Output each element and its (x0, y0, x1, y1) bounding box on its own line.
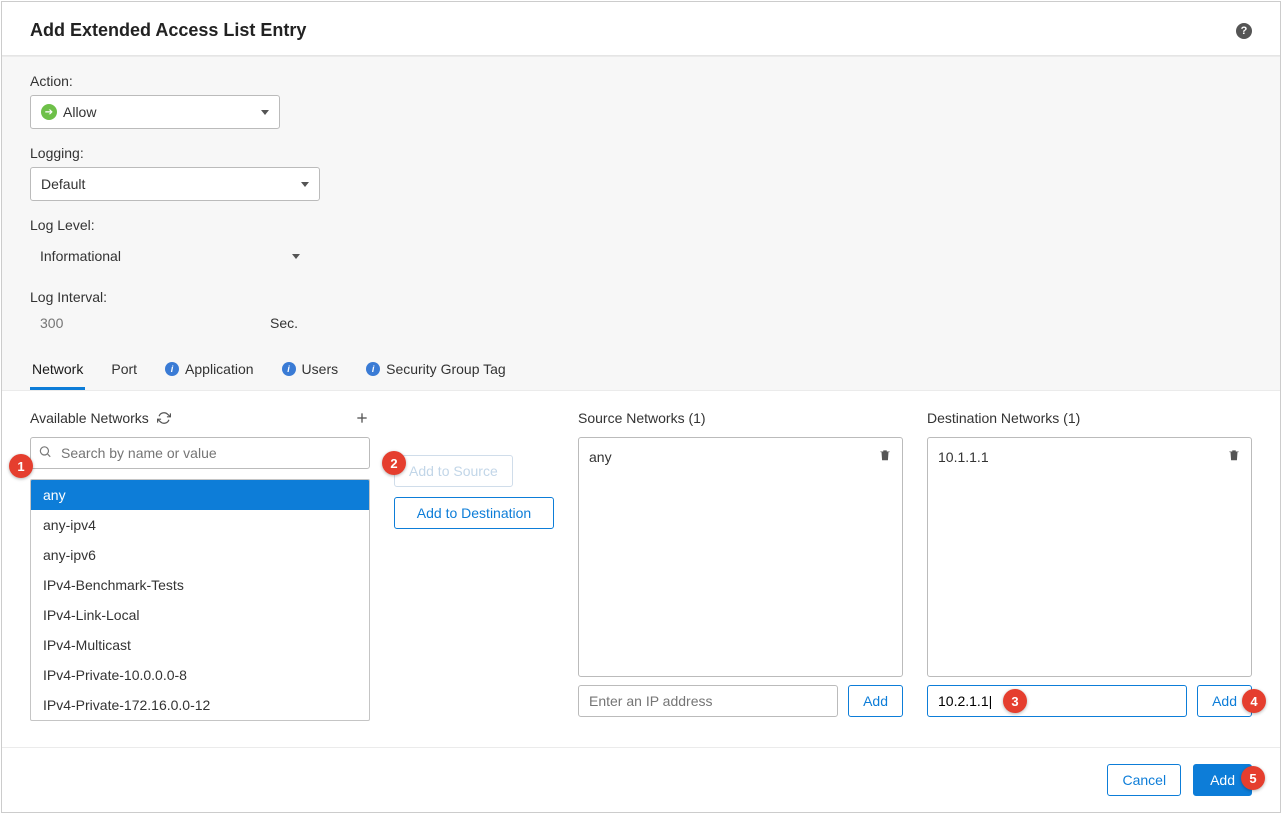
allow-icon: ➔ (41, 104, 57, 120)
list-item[interactable]: IPv4-Multicast (31, 630, 369, 660)
logging-select[interactable]: Default (30, 167, 320, 201)
log-interval-unit: Sec. (270, 315, 298, 331)
delete-icon[interactable] (878, 448, 892, 465)
chevron-down-icon (301, 182, 309, 187)
chevron-down-icon (261, 110, 269, 115)
list-item[interactable]: any (31, 480, 369, 510)
destination-networks-box: 10.1.1.1 (927, 437, 1252, 677)
logging-label: Logging: (30, 145, 1252, 161)
form-section: Action: ➔ Allow Logging: Default Log Lev… (2, 56, 1280, 391)
delete-icon[interactable] (1227, 448, 1241, 465)
net-item: any (589, 446, 892, 467)
available-networks-title: Available Networks (30, 410, 149, 426)
annotation-badge-1: 1 (9, 454, 33, 478)
log-level-select[interactable]: Informational (30, 239, 310, 273)
net-item: 10.1.1.1 (938, 446, 1241, 467)
refresh-icon[interactable] (157, 411, 171, 425)
source-networks-box: any (578, 437, 903, 677)
transfer-buttons-column: Add to Source 2 Add to Destination (394, 407, 554, 731)
dialog-header: Add Extended Access List Entry ? (2, 2, 1280, 56)
tab-sgt[interactable]: iSecurity Group Tag (364, 351, 508, 390)
annotation-badge-3: 3 (1003, 689, 1027, 713)
list-item[interactable]: IPv4-Private-172.16.0.0-12 (31, 690, 369, 720)
list-item[interactable]: IPv4-Benchmark-Tests (31, 570, 369, 600)
annotation-badge-4: 4 (1242, 689, 1266, 713)
footer: Cancel Add 5 (2, 747, 1280, 812)
cancel-button[interactable]: Cancel (1107, 764, 1181, 796)
search-input[interactable] (30, 437, 370, 469)
content: Available Networks anyany-ipv4any-ipv6IP… (2, 391, 1280, 747)
destination-networks-column: Destination Networks (1) 10.1.1.1 3 Add … (927, 407, 1252, 731)
log-interval-input[interactable] (30, 311, 270, 335)
log-level-value: Informational (40, 248, 121, 264)
list-item[interactable]: any-ipv6 (31, 540, 369, 570)
destination-ip-input[interactable] (927, 685, 1187, 717)
dialog-title: Add Extended Access List Entry (30, 20, 306, 41)
annotation-badge-2: 2 (382, 451, 406, 475)
available-networks-column: Available Networks anyany-ipv4any-ipv6IP… (30, 407, 370, 731)
info-icon: i (282, 362, 296, 376)
tab-users[interactable]: iUsers (280, 351, 341, 390)
tab-network[interactable]: Network (30, 351, 85, 390)
add-to-source-button[interactable]: Add to Source (394, 455, 513, 487)
source-networks-title: Source Networks (1) (578, 410, 706, 426)
tab-application[interactable]: iApplication (163, 351, 256, 390)
tab-port[interactable]: Port (109, 351, 139, 390)
source-networks-column: Source Networks (1) any Add (578, 407, 903, 731)
annotation-badge-5: 5 (1241, 766, 1265, 790)
info-icon: i (366, 362, 380, 376)
source-ip-input[interactable] (578, 685, 838, 717)
logging-value: Default (41, 176, 85, 192)
list-item[interactable]: IPv4-Private-10.0.0.0-8 (31, 660, 369, 690)
destination-networks-title: Destination Networks (1) (927, 410, 1080, 426)
add-to-destination-button[interactable]: Add to Destination (394, 497, 554, 529)
action-select[interactable]: ➔ Allow (30, 95, 280, 129)
available-networks-list[interactable]: anyany-ipv4any-ipv6IPv4-Benchmark-TestsI… (30, 479, 370, 721)
list-item[interactable]: IPv4-Link-Local (31, 600, 369, 630)
chevron-down-icon (292, 254, 300, 259)
dialog: Add Extended Access List Entry ? Action:… (1, 1, 1281, 813)
action-label: Action: (30, 73, 1252, 89)
search-icon (38, 445, 52, 462)
help-icon[interactable]: ? (1236, 23, 1252, 39)
tabs: Network Port iApplication iUsers iSecuri… (30, 351, 1252, 390)
log-interval-label: Log Interval: (30, 289, 1252, 305)
action-value: Allow (63, 104, 96, 120)
info-icon: i (165, 362, 179, 376)
add-network-icon[interactable] (354, 410, 370, 426)
list-item[interactable]: any-ipv4 (31, 510, 369, 540)
log-level-label: Log Level: (30, 217, 1252, 233)
source-add-button[interactable]: Add (848, 685, 903, 717)
